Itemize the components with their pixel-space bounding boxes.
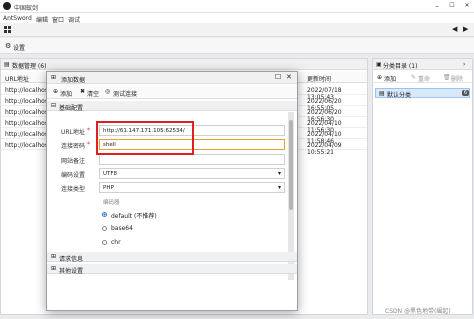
type-value: PHP — [103, 185, 114, 191]
chevron-down-icon: ▾ — [277, 184, 281, 191]
category-panel: ▣ 分类目录 (1) › ⊕ 添加 ✎ 重命 🗑 删除 ▤ 默认分类 6 — [372, 58, 473, 315]
tab-scroll-left-icon[interactable]: ◀ — [452, 25, 457, 33]
gear-icon[interactable]: ⚙ — [5, 42, 11, 50]
encoder-base64-label: base64 — [111, 225, 133, 232]
menu-antsword[interactable]: AntSword — [3, 15, 32, 22]
title-bar: 中国蚁剑 – ☐ ✕ — [0, 0, 474, 13]
dialog-close-button[interactable]: ✕ — [286, 73, 292, 81]
delete-icon: 🗑 — [443, 74, 451, 81]
rename-icon: ✎ — [411, 74, 417, 81]
minimize-button[interactable]: – — [432, 2, 442, 10]
category-count-badge: 6 — [462, 90, 469, 96]
dialog-toolbar: ⊕ 添加 ✖ 清空 ◎ 测试连接 — [47, 85, 297, 99]
encoder-group-label: 编码器 — [103, 200, 120, 206]
app-title: 中国蚁剑 — [14, 5, 39, 12]
settings-bar: ⚙ 设置 — [0, 38, 474, 54]
col-updated[interactable]: 更新时间 — [307, 74, 331, 83]
encoding-select[interactable]: UTF8 ▾ — [99, 168, 285, 179]
delete-category-button[interactable]: 删除 — [451, 74, 463, 83]
category-toolbar: ⊕ 添加 ✎ 重命 🗑 删除 — [373, 71, 472, 83]
encoder-base64-radio[interactable] — [102, 226, 107, 231]
category-name: 默认分类 — [387, 92, 412, 99]
password-label: 连接密码 — [61, 143, 86, 150]
watermark: CSDN @黑色地带(崛起) — [385, 308, 451, 315]
row-updated: 2022/04/09 10:55:21 — [307, 142, 342, 156]
category-panel-title: 分类目录 (1) — [383, 63, 418, 70]
expand-icon: ⊞ — [51, 253, 57, 260]
dialog-maximize-button[interactable]: ☐ — [275, 73, 281, 81]
section-basic-title: 基础配置 — [59, 105, 84, 112]
type-label: 连接类型 — [61, 186, 86, 193]
data-panel-title: 数据管理 (6) — [12, 63, 47, 70]
dialog-titlebar: ⊞ 添加数据 ☐ ✕ — [47, 72, 297, 84]
url-label: URL地址 — [61, 129, 85, 136]
required-mark: * — [87, 141, 90, 148]
encoder-default-label: default (不推荐) — [111, 213, 157, 220]
section-request-title: 请求信息 — [59, 256, 84, 263]
expand-icon: ⊞ — [51, 265, 57, 272]
close-window-button[interactable]: ✕ — [462, 2, 472, 10]
menu-bar: AntSword 编辑 窗口 调试 — [0, 13, 474, 24]
section-request[interactable]: ⊞ 请求信息 — [47, 252, 297, 263]
encoding-value: UTF8 — [103, 171, 118, 177]
add-data-icon: ⊞ — [51, 74, 57, 81]
folder-icon: ▣ — [376, 61, 382, 68]
type-select[interactable]: PHP ▾ — [99, 182, 285, 193]
tab-scroll-right-icon[interactable]: ▶ — [463, 25, 468, 33]
section-other[interactable]: ⊞ 其他设置 — [47, 264, 297, 275]
add-category-button[interactable]: 添加 — [384, 74, 396, 83]
list-icon: ▤ — [4, 61, 10, 68]
app-logo-icon — [3, 2, 11, 10]
test-connection-icon: ◎ — [105, 88, 111, 95]
highlight-box — [96, 121, 194, 155]
section-basic[interactable]: ⊟ 基础配置 — [47, 101, 297, 112]
home-icon[interactable] — [4, 26, 12, 34]
encoder-default-radio[interactable] — [102, 212, 107, 217]
dialog-title: 添加数据 — [61, 77, 86, 84]
collapse-icon: ⊟ — [51, 102, 57, 109]
required-mark: * — [87, 127, 90, 134]
encoder-chr-radio[interactable] — [102, 240, 107, 245]
maximize-button[interactable]: ☐ — [447, 2, 457, 10]
dialog-add-button[interactable]: 添加 — [60, 89, 72, 98]
encoding-label: 编码设置 — [61, 172, 86, 179]
col-url[interactable]: URL地址 — [5, 74, 29, 83]
note-input[interactable] — [99, 154, 285, 165]
folder-icon: ▤ — [379, 90, 385, 97]
rename-category-button[interactable]: 重命 — [418, 74, 430, 83]
category-panel-header: ▣ 分类目录 (1) › — [373, 59, 472, 70]
add-icon[interactable]: ⊕ — [377, 74, 382, 81]
section-other-title: 其他设置 — [59, 268, 84, 275]
collapse-icon[interactable]: › — [463, 61, 465, 68]
add-data-dialog: ⊞ 添加数据 ☐ ✕ ⊕ 添加 ✖ 清空 ◎ 测试连接 ⊟ 基础配置 URL地址… — [46, 71, 298, 311]
category-item[interactable]: ▤ 默认分类 6 — [375, 88, 470, 99]
dialog-scrollbar-thumb[interactable] — [289, 120, 293, 210]
data-panel-header: ▤ 数据管理 (6) — [1, 59, 367, 70]
settings-label[interactable]: 设置 — [13, 43, 25, 52]
add-icon: ⊕ — [53, 88, 59, 95]
note-label: 网站备注 — [61, 158, 86, 165]
tabs-bar: ◀ ▶ — [0, 23, 474, 37]
clear-icon: ✖ — [80, 88, 86, 95]
chevron-down-icon: ▾ — [277, 170, 281, 177]
encoder-chr-label: chr — [111, 239, 121, 246]
dialog-clear-button[interactable]: 清空 — [87, 89, 99, 98]
dialog-test-button[interactable]: 测试连接 — [113, 89, 137, 98]
